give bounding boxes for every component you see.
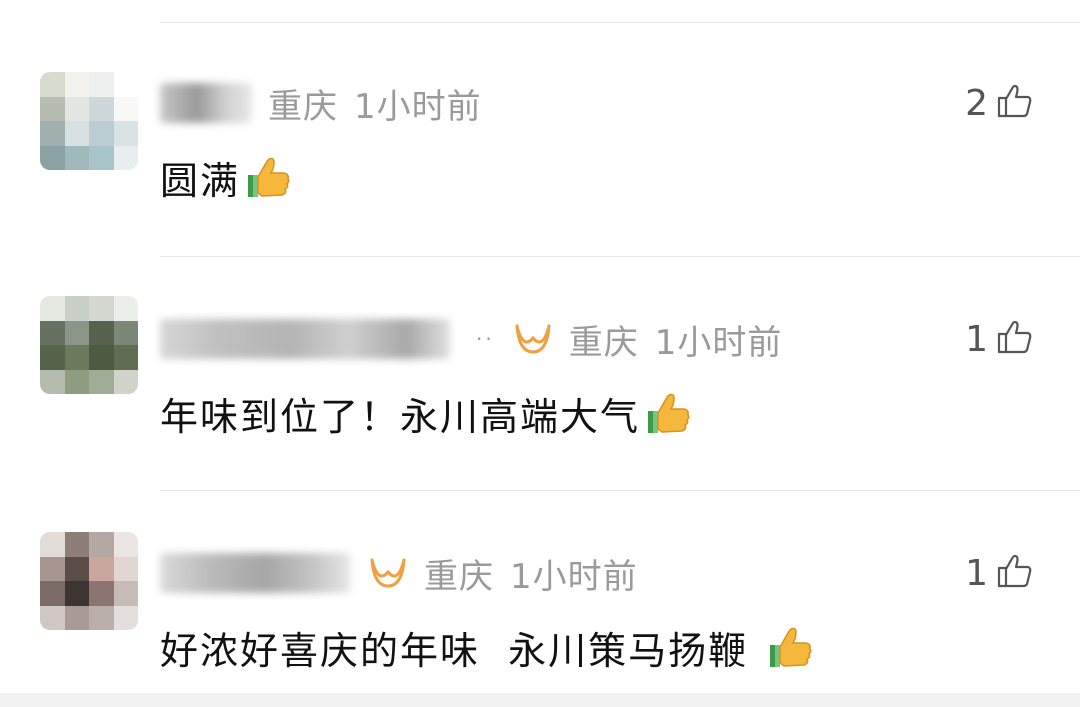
comment-body: 圆满: [160, 159, 241, 203]
comment-meta: 重庆 1小时前: [160, 548, 638, 598]
comment-item[interactable]: 重庆 1小时前 圆满 2: [0, 0, 1080, 203]
vip-badge-icon: [368, 556, 408, 590]
timestamp: 1小时前: [354, 86, 482, 127]
like-button[interactable]: 1: [965, 314, 1034, 364]
comment-meta: 重庆 1小时前: [160, 78, 482, 128]
username-blurred[interactable]: [160, 553, 350, 593]
timestamp: 1小时前: [654, 322, 783, 363]
thumbs-up-outline-icon: [996, 318, 1034, 360]
location-text: 重庆: [268, 86, 338, 127]
comment-body: 年味到位了！永川高端大气: [160, 395, 641, 439]
comment-item[interactable]: ·· 重庆 1小时前 年味到位了！永川高端大气 1: [0, 236, 1080, 439]
bottom-strip: [0, 693, 1080, 707]
avatar[interactable]: [40, 296, 138, 394]
comment-meta: ·· 重庆 1小时前: [160, 314, 782, 364]
comment-body: 好浓好喜庆的年味 永川策马扬鞭: [160, 629, 763, 673]
like-button[interactable]: 1: [965, 548, 1034, 598]
like-count: 1: [965, 552, 988, 594]
comment-item[interactable]: 重庆 1小时前 好浓好喜庆的年味 永川策马扬鞭 1: [0, 470, 1080, 673]
username-blurred[interactable]: [160, 83, 252, 123]
thumbs-up-emoji-icon: [766, 623, 816, 673]
location-text: 重庆: [568, 322, 639, 363]
timestamp: 1小时前: [510, 556, 638, 597]
username-blurred[interactable]: [160, 319, 450, 359]
comment-list: 重庆 1小时前 圆满 2 ·· 重庆 1小时前 年味到位了！永川高端大气 1 重…: [0, 0, 1080, 707]
thumbs-up-emoji-icon: [644, 389, 694, 439]
like-button[interactable]: 2: [965, 78, 1034, 128]
location-text: 重庆: [424, 556, 494, 597]
ellipsis: ··: [476, 327, 495, 351]
thumbs-up-emoji-icon: [244, 153, 294, 203]
vip-badge-icon: [513, 322, 553, 356]
avatar[interactable]: [40, 72, 138, 170]
comment-text: 好浓好喜庆的年味 永川策马扬鞭: [160, 620, 816, 675]
thumbs-up-outline-icon: [996, 82, 1034, 124]
like-count: 1: [965, 318, 988, 360]
thumbs-up-outline-icon: [996, 552, 1034, 594]
comment-text: 年味到位了！永川高端大气: [160, 386, 694, 441]
comment-text: 圆满: [160, 150, 294, 205]
avatar[interactable]: [40, 532, 138, 630]
like-count: 2: [965, 82, 988, 124]
